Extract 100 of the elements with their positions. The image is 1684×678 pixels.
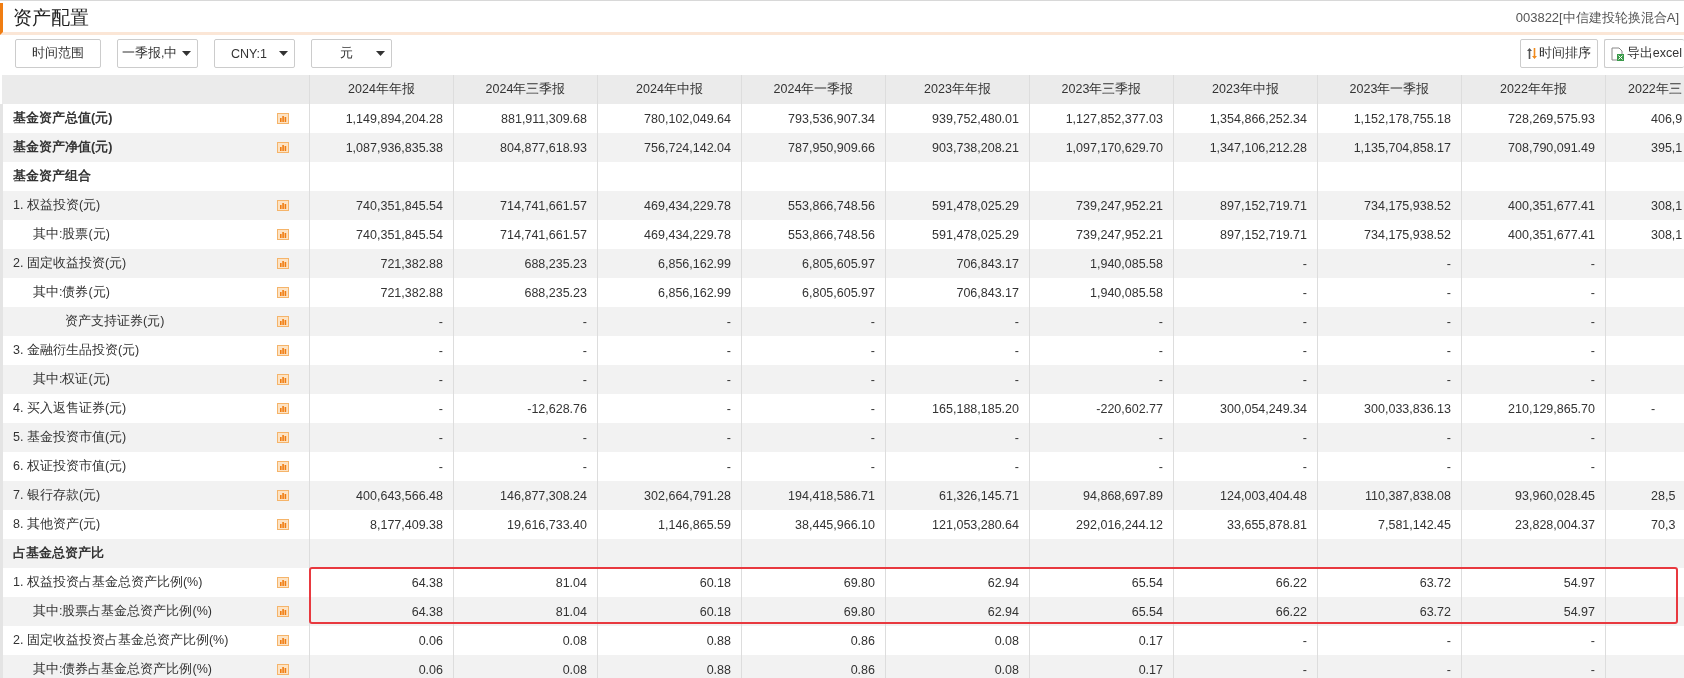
table-cell: 1,146,865.59 [658,517,731,532]
table-cell: 897,152,719.71 [1220,227,1307,242]
row-label: 基金资产组合 [13,168,91,185]
table-cell: 54.97 [1563,604,1595,619]
table-cell: - [582,343,587,358]
table-cell: - [1446,314,1451,329]
dropdown[interactable]: 一季报,中 [117,39,198,68]
row-label: 2. 固定收益投资占基金总资产比例(%) [13,632,229,649]
table-cell: 7,581,142.45 [1378,517,1451,532]
table-cell: - [726,401,731,416]
table-cell: - [1158,314,1163,329]
bar-chart-icon[interactable] [277,635,289,646]
table-cell: 734,175,938.52 [1364,227,1451,242]
bar-chart-icon[interactable] [277,287,289,298]
table-cell: 62.94 [987,604,1019,619]
caret-icon [182,51,191,56]
table-cell: 165,188,185.20 [932,401,1019,416]
table-cell: - [438,343,443,358]
table-cell: 6,856,162.99 [658,256,731,271]
table-cell: 1,087,936,835.38 [345,140,443,155]
bar-chart-icon[interactable] [277,403,289,414]
table-cell: - [438,430,443,445]
row-label: 基金资产总值(元) [13,110,113,127]
time-sort-button[interactable]: 时间排序 [1519,39,1598,68]
table-cell: 0.08 [562,633,587,648]
table-cell: 8,177,409.38 [370,517,443,532]
table-cell: 66.22 [1275,575,1307,590]
table-cell: 81.04 [555,575,587,590]
table-cell: 61,326,145.71 [939,488,1019,503]
table-cell: 756,724,142.04 [644,140,731,155]
caret-icon [376,51,385,56]
table-cell: - [870,372,875,387]
table-cell: 66.22 [1275,604,1307,619]
table-cell: - [1014,459,1019,474]
bar-chart-icon[interactable] [277,258,289,269]
table-cell: - [1590,459,1595,474]
table-cell: -12,628.76 [527,401,587,416]
table-cell: 553,866,748.56 [788,198,875,213]
table-cell: 110,387,838.08 [1365,488,1451,503]
dropdown[interactable]: 元 [311,39,392,68]
table-cell: - [726,430,731,445]
table-cell: 6,805,605.97 [802,256,875,271]
row-label: 其中:股票(元) [32,226,110,243]
table-cell: 19,616,733.40 [507,517,587,532]
table-cell: 714,741,661.57 [500,227,587,242]
table-cell: 897,152,719.71 [1220,198,1307,213]
table-cell: - [1302,343,1307,358]
table-cell: 308,1 [1651,227,1683,242]
table-cell: 400,643,566.48 [356,488,443,503]
table-cell: 63.72 [1419,604,1451,619]
export-excel-button[interactable]: 导出excel [1603,39,1684,68]
bar-chart-icon[interactable] [277,345,289,356]
bar-chart-icon[interactable] [277,519,289,530]
dropdown[interactable]: CNY:1 [214,39,295,68]
table-cell: - [1302,372,1307,387]
bar-chart-icon[interactable] [277,374,289,385]
table-cell: - [1158,343,1163,358]
bar-chart-icon[interactable] [277,577,289,588]
table-cell: - [582,459,587,474]
bar-chart-icon[interactable] [277,490,289,501]
bar-chart-icon[interactable] [277,229,289,240]
row-label: 8. 其他资产(元) [13,516,101,533]
table-cell: - [1446,459,1451,474]
table-cell: 740,351,845.54 [356,198,443,213]
table-cell: - [1590,256,1595,271]
row-label: 资产支持证券(元) [64,313,165,330]
table-cell: - [1158,459,1163,474]
row-label: 占基金总资产比 [13,545,104,562]
table-cell: - [1590,430,1595,445]
sort-arrows-icon [1526,48,1537,59]
table-cell: - [1014,314,1019,329]
table-cell: 302,664,791.28 [644,488,731,503]
table-cell: 740,351,845.54 [356,227,443,242]
row-label: 2. 固定收益投资(元) [13,255,127,272]
bar-chart-icon[interactable] [277,316,289,327]
table-cell: 300,033,836.13 [1364,401,1451,416]
table-cell: 553,866,748.56 [788,227,875,242]
table-cell: 706,843.17 [956,256,1019,271]
table-cell: 708,790,091.49 [1508,140,1595,155]
bar-chart-icon[interactable] [277,142,289,153]
table-cell: 65.54 [1131,604,1163,619]
table-cell: - [1446,430,1451,445]
bar-chart-icon[interactable] [277,664,289,675]
bar-chart-icon[interactable] [277,606,289,617]
bar-chart-icon[interactable] [277,200,289,211]
row-label: 1. 权益投资占基金总资产比例(%) [13,574,203,591]
bar-chart-icon[interactable] [277,461,289,472]
table-cell: 121,053,280.64 [932,517,1019,532]
table-cell: 60.18 [699,604,731,619]
table-cell: - [1014,343,1019,358]
table-cell: 54.97 [1563,575,1595,590]
table-cell: - [1590,633,1595,648]
bar-chart-icon[interactable] [277,113,289,124]
time-range-button[interactable]: 时间范围 [15,39,101,68]
table-cell: 146,877,308.24 [500,488,587,503]
table-cell: 0.17 [1138,662,1163,677]
bar-chart-icon[interactable] [277,432,289,443]
table-cell: - [1446,372,1451,387]
table-cell: 1,354,866,252.34 [1209,111,1307,126]
table-cell: 1,135,704,858.17 [1353,140,1451,155]
